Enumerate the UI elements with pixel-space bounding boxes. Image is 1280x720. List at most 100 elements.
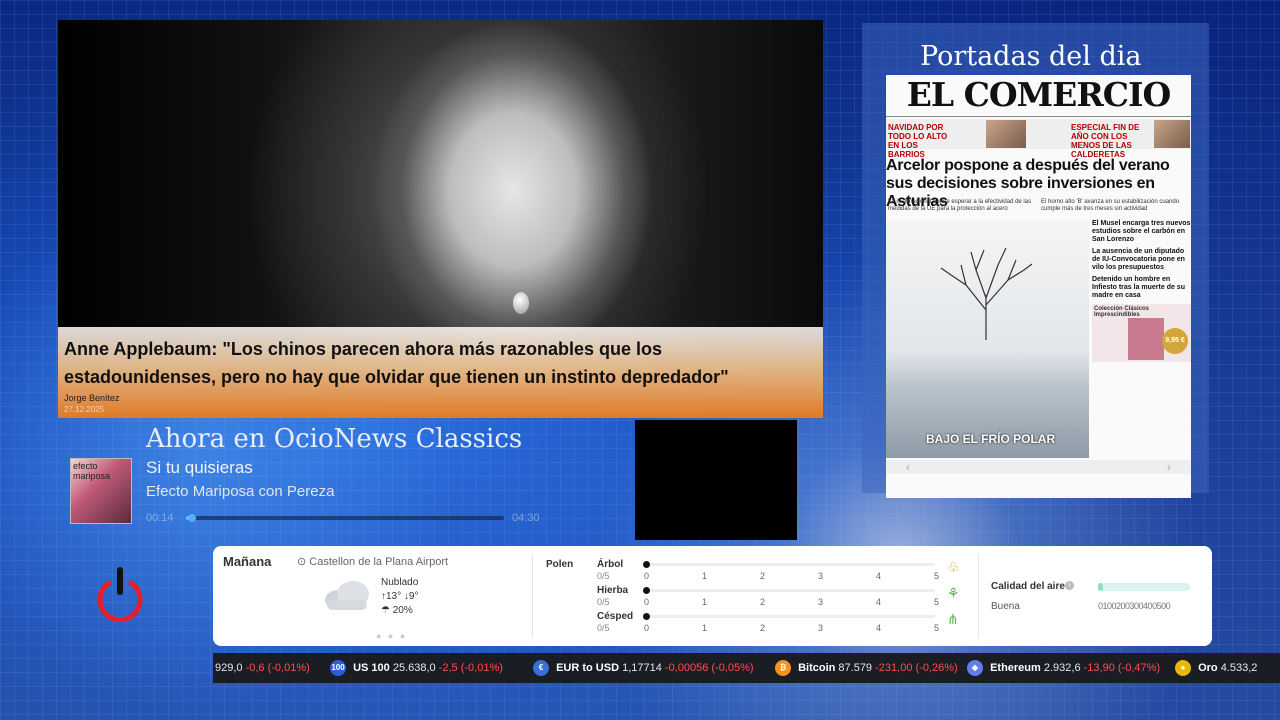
ethereum-icon: ◆ bbox=[967, 660, 983, 677]
polen-tick: 1 bbox=[702, 623, 708, 633]
ticker-name: EUR to USD bbox=[556, 662, 620, 674]
polen-tick: 0 bbox=[644, 597, 650, 607]
location-pin-icon: ⊙ bbox=[297, 556, 307, 568]
polen-tick: 5 bbox=[934, 597, 940, 607]
polen-value: 0/5 bbox=[597, 571, 610, 581]
news-headline[interactable]: Anne Applebaum: "Los chinos parecen ahor… bbox=[64, 335, 817, 391]
newspaper-dateline bbox=[886, 112, 1191, 117]
collection-promo: Colección Clásicos Imprescindibles 9,95 … bbox=[1092, 304, 1191, 362]
ticker-change: -0,00056 (-0,05%) bbox=[664, 662, 754, 674]
song-artist: Efecto Mariposa con Pereza bbox=[146, 483, 335, 500]
ticker-value: 4.533,2 bbox=[1220, 662, 1258, 674]
newspaper-main-photo: BAJO EL FRÍO POLAR bbox=[886, 220, 1089, 458]
polen-value: 0/5 bbox=[597, 623, 610, 633]
song-title: Si tu quisieras bbox=[146, 458, 253, 477]
polen-marker bbox=[643, 613, 650, 620]
ticker-name: Bitcoin bbox=[798, 662, 836, 674]
power-icon[interactable] bbox=[95, 565, 145, 623]
progress-knob[interactable] bbox=[188, 514, 197, 522]
news-photo-earring bbox=[513, 292, 529, 314]
ocionews-player: Ahora en OcioNews Classics efecto maripo… bbox=[68, 420, 634, 538]
divider bbox=[532, 554, 533, 638]
collection-book-image bbox=[1128, 318, 1164, 360]
polen-tick: 5 bbox=[934, 571, 940, 581]
polen-tick: 2 bbox=[760, 571, 766, 581]
polen-tick: 0 bbox=[644, 571, 650, 581]
polen-tick: 1 bbox=[702, 597, 708, 607]
polen-tick: 4 bbox=[876, 571, 882, 581]
side-headline: Detenido un hombre en Infiesto tras la m… bbox=[1092, 276, 1185, 299]
ticker-name: Ethereum bbox=[990, 662, 1041, 674]
weather-rain: ☂ 20% bbox=[381, 605, 413, 616]
ticker-item: ₿ Bitcoin 87.579 -231,00 (-0,26%) bbox=[775, 653, 958, 683]
newspaper-masthead: EL COMERCIO bbox=[906, 75, 1171, 114]
progress-bar[interactable] bbox=[186, 514, 504, 522]
news-author: Jorge Benítez bbox=[64, 393, 120, 403]
newspaper-nav: ‹ › bbox=[886, 460, 1191, 474]
polen-label: Polen bbox=[546, 559, 574, 570]
news-date: 27.12.2025 bbox=[64, 405, 105, 414]
strip-right-photo bbox=[1154, 120, 1190, 148]
lawn-icon: ⋔ bbox=[947, 611, 959, 627]
time-elapsed: 00:14 bbox=[146, 512, 174, 524]
ticker-change: -2,5 (-0,01%) bbox=[438, 662, 503, 674]
tree-icon bbox=[940, 247, 1033, 340]
strip-right-text: ESPECIAL FIN DE AÑO CON LOS MENOS DE LAS… bbox=[1071, 123, 1140, 159]
cloud-icon bbox=[325, 581, 369, 610]
polen-marker bbox=[643, 561, 650, 568]
polen-tick: 2 bbox=[760, 597, 766, 607]
polen-tick: 0 bbox=[644, 623, 650, 633]
grass-icon: ⚘ bbox=[947, 585, 960, 601]
ticker-change: -13,90 (-0,47%) bbox=[1083, 662, 1161, 674]
strip-left-photo bbox=[986, 120, 1026, 148]
newspaper-photo-caption: BAJO EL FRÍO POLAR bbox=[926, 432, 1056, 446]
portadas-title: Portadas del dia bbox=[920, 41, 1142, 72]
ocionews-title: Ahora en OcioNews Classics bbox=[146, 424, 523, 454]
weather-rain-value: 20% bbox=[392, 605, 413, 616]
polen-track bbox=[643, 561, 935, 568]
ticker-item: ● Oro 4.533,2 bbox=[1175, 653, 1257, 683]
collection-price: 9,95 € bbox=[1162, 328, 1188, 354]
tree-icon: ♧ bbox=[947, 559, 960, 575]
newspaper-cover[interactable]: EL COMERCIO NAVIDAD POR TODO LO ALTO EN … bbox=[886, 75, 1191, 498]
portadas-panel: Portadas del dia EL COMERCIO NAVIDAD POR… bbox=[862, 23, 1209, 498]
polen-row-arbol: Árbol 0/5 0 1 2 3 4 5 ♧ bbox=[597, 559, 960, 585]
strip-left-text: NAVIDAD POR TODO LO ALTO EN LOS BARRIOS bbox=[888, 123, 948, 159]
polen-row-hierba: Hierba 0/5 0 1 2 3 4 5 ⚘ bbox=[597, 585, 960, 611]
weather-day: Mañana bbox=[223, 554, 272, 569]
ticker-value: 1,17714 bbox=[622, 662, 662, 674]
polen-tick: 3 bbox=[818, 623, 824, 633]
info-icon[interactable]: i bbox=[1065, 581, 1074, 590]
weather-temperature: ↑13° ↓9° bbox=[381, 591, 419, 602]
polen-tick: 5 bbox=[934, 623, 940, 633]
news-card[interactable]: Anne Applebaum: "Los chinos parecen ahor… bbox=[58, 20, 823, 418]
news-caption: Anne Applebaum: "Los chinos parecen ahor… bbox=[58, 327, 823, 418]
gold-icon: ● bbox=[1175, 660, 1191, 677]
ticker-change: -231,00 (-0,26%) bbox=[875, 662, 958, 674]
air-quality-status: Buena bbox=[991, 601, 1020, 612]
chevron-left-icon[interactable]: ‹ bbox=[906, 460, 910, 474]
ticker-name: US 100 bbox=[353, 662, 390, 674]
ticker-value: 929,0 bbox=[215, 662, 243, 674]
newspaper-sub-right: El horno alto 'B' avanza en su estabiliz… bbox=[1041, 199, 1180, 212]
album-cover-text: efecto mariposa bbox=[73, 461, 111, 481]
air-quality-scale: 0100200300400500 bbox=[1098, 601, 1171, 611]
ticker-name: Oro bbox=[1198, 662, 1218, 674]
polen-name: Césped bbox=[597, 611, 634, 622]
ticker-item: 929,0 -0,6 (-0,01%) bbox=[215, 653, 310, 683]
polen-value: 0/5 bbox=[597, 597, 610, 607]
polen-track bbox=[643, 587, 935, 594]
chevron-right-icon[interactable]: › bbox=[1167, 460, 1171, 474]
weather-location-label: Castellon de la Plana Airport bbox=[309, 556, 449, 568]
weather-location: ⊙ Castellon de la Plana Airport bbox=[297, 555, 448, 568]
air-quality-bar bbox=[1098, 583, 1190, 591]
ticker-value: 2.932,6 bbox=[1043, 662, 1081, 674]
ticker-change: -0,6 (-0,01%) bbox=[245, 662, 310, 674]
polen-track bbox=[643, 613, 935, 620]
polen-tick: 3 bbox=[818, 597, 824, 607]
newspaper-top-strip: NAVIDAD POR TODO LO ALTO EN LOS BARRIOS … bbox=[886, 119, 1191, 159]
polen-tick: 3 bbox=[818, 571, 824, 581]
ticker-item: ◆ Ethereum 2.932,6 -13,90 (-0,47%) bbox=[967, 653, 1160, 683]
carousel-dots[interactable]: ● ● ● bbox=[376, 631, 407, 641]
bitcoin-icon: ₿ bbox=[775, 660, 791, 677]
